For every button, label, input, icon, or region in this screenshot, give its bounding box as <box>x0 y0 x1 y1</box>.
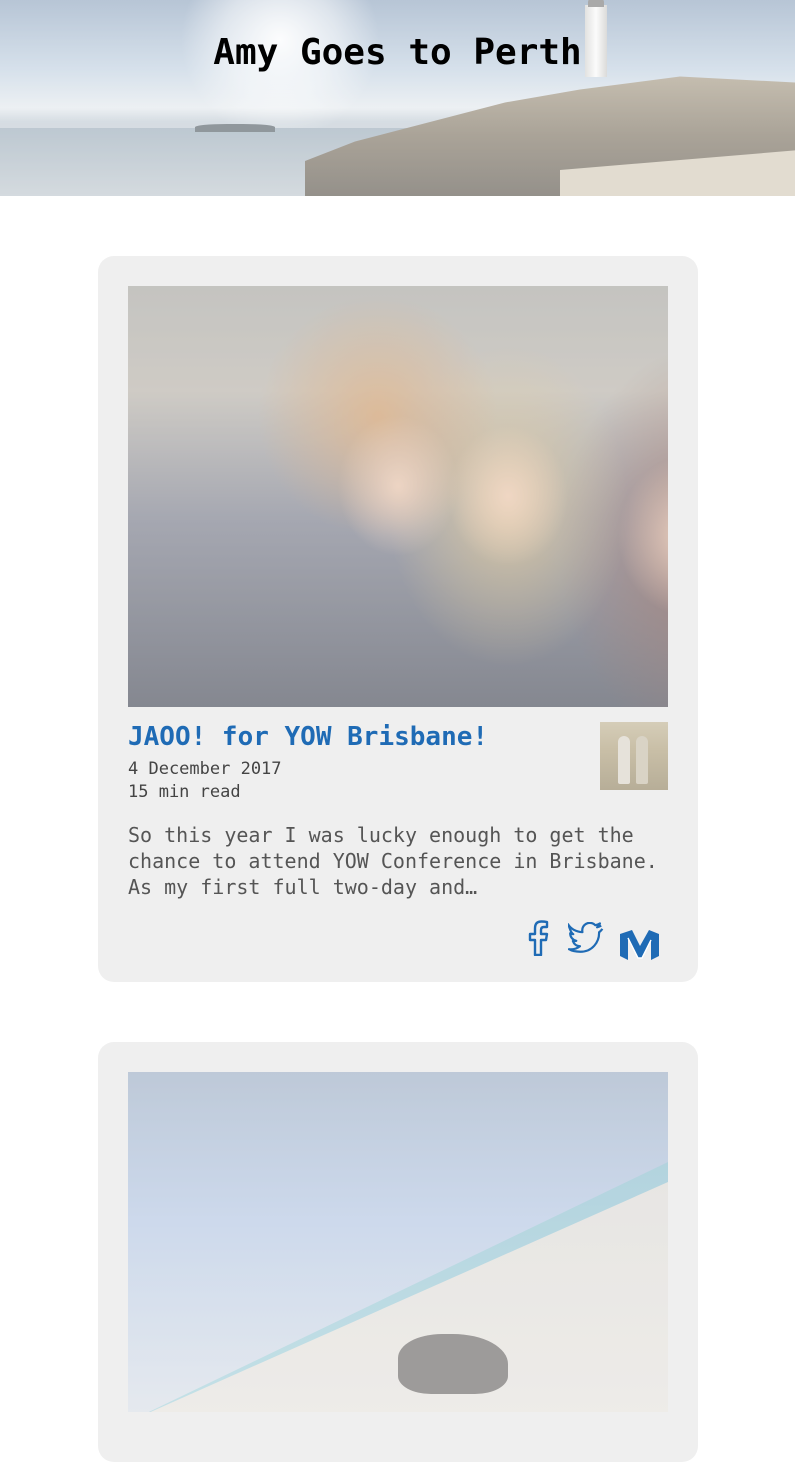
post-card[interactable]: JAOO! for YOW Brisbane! 4 December 2017 … <box>98 256 698 982</box>
post-hero-image[interactable] <box>128 286 668 707</box>
site-header: Amy Goes to Perth <box>0 0 795 196</box>
site-title[interactable]: Amy Goes to Perth <box>0 32 795 73</box>
twitter-share-button[interactable] <box>567 918 607 958</box>
twitter-icon <box>568 922 604 953</box>
post-card[interactable] <box>98 1042 698 1462</box>
author-avatar[interactable] <box>600 722 668 790</box>
post-excerpt: So this year I was lucky enough to get t… <box>128 823 658 899</box>
facebook-icon <box>528 920 549 956</box>
post-date: 4 December 2017 <box>128 759 282 779</box>
medium-icon <box>620 930 659 960</box>
post-read-time: 15 min read <box>128 782 241 802</box>
facebook-share-button[interactable] <box>523 918 553 958</box>
post-title[interactable]: JAOO! for YOW Brisbane! <box>128 722 488 752</box>
medium-share-button[interactable] <box>617 924 661 964</box>
post-hero-image[interactable] <box>128 1072 668 1412</box>
